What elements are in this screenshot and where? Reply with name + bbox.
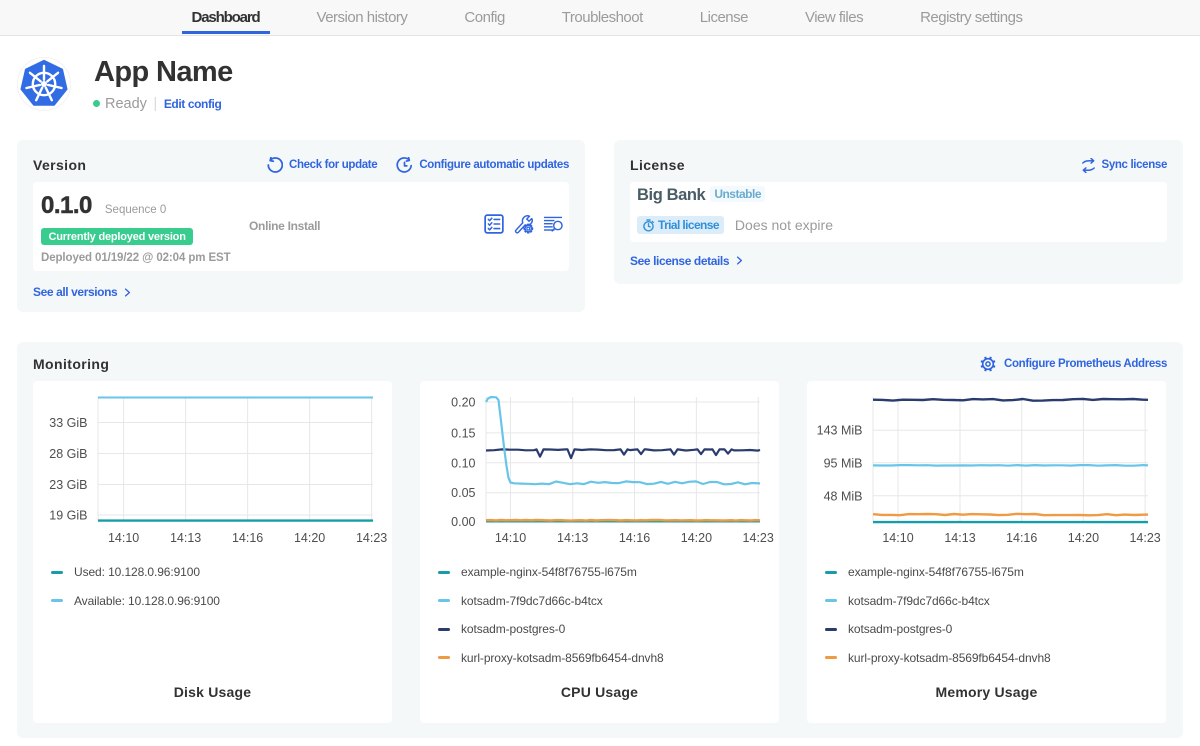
svg-text:95 MiB: 95 MiB [824, 456, 863, 470]
svg-text:14:23: 14:23 [1129, 531, 1160, 545]
svg-text:23 GiB: 23 GiB [49, 478, 87, 492]
svg-text:14:10: 14:10 [108, 531, 139, 545]
svg-text:143 MiB: 143 MiB [817, 424, 863, 438]
svg-text:14:16: 14:16 [232, 531, 263, 545]
svg-text:14:20: 14:20 [681, 531, 712, 545]
svg-text:14:20: 14:20 [1068, 531, 1099, 545]
svg-text:14:10: 14:10 [495, 531, 526, 545]
svg-text:28 GiB: 28 GiB [49, 447, 87, 461]
svg-text:14:13: 14:13 [944, 531, 975, 545]
svg-text:14:13: 14:13 [557, 531, 588, 545]
svg-text:14:16: 14:16 [1006, 531, 1037, 545]
svg-text:0.00: 0.00 [451, 515, 475, 529]
svg-text:0.05: 0.05 [451, 486, 475, 500]
svg-text:0.20: 0.20 [451, 396, 475, 410]
svg-text:48 MiB: 48 MiB [824, 489, 863, 503]
svg-text:14:16: 14:16 [619, 531, 650, 545]
svg-text:33 GiB: 33 GiB [49, 416, 87, 430]
svg-text:14:23: 14:23 [356, 531, 387, 545]
svg-text:14:20: 14:20 [294, 531, 325, 545]
svg-text:14:13: 14:13 [170, 531, 201, 545]
svg-text:14:10: 14:10 [882, 531, 913, 545]
svg-text:14:23: 14:23 [743, 531, 774, 545]
svg-text:19 GiB: 19 GiB [49, 509, 87, 523]
svg-text:0.15: 0.15 [451, 426, 475, 440]
svg-text:0.10: 0.10 [451, 456, 475, 470]
